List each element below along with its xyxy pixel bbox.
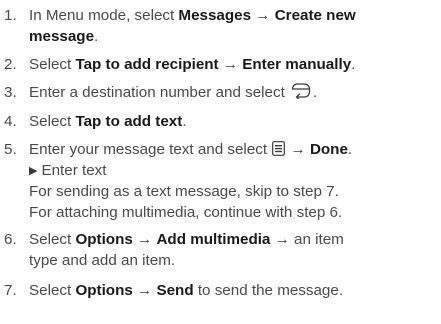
option-tap-to-add-text: Tap to add text (75, 113, 183, 130)
step-text: Enter your message text and select → Don… (29, 139, 439, 223)
step-number: 7. (4, 282, 17, 299)
option-tap-to-add-recipient: Tap to add recipient (75, 56, 219, 73)
option-done: Done (309, 141, 348, 158)
step-number: 1. (4, 7, 17, 24)
option-options: Options (75, 282, 133, 299)
menu-create-new: Create new (274, 7, 356, 24)
menu-messages: Messages (178, 7, 252, 24)
option-options: Options (75, 231, 133, 248)
option-enter-manually: Enter manually (242, 56, 352, 73)
menu-message: message (29, 28, 95, 45)
arrow-icon: → (137, 231, 153, 248)
step-text: Select Tap to add recipient → Enter manu… (29, 56, 356, 73)
note-multimedia: For attaching multimedia, continue with … (29, 204, 343, 221)
arrow-icon: → (274, 231, 290, 248)
reference-arrow-icon: ▶ (29, 165, 38, 177)
reference-enter-text: Enter text (41, 162, 107, 179)
arrow-icon: → (137, 282, 153, 299)
step-text: Select Options → Add multimedia → an ite… (29, 231, 344, 269)
step-text: Select Options → Send to send the messag… (29, 282, 344, 299)
option-send: Send (156, 282, 194, 299)
step-number: 6. (4, 231, 17, 248)
arrow-icon: → (222, 56, 239, 73)
step-number: 2. (4, 56, 17, 73)
step-text: In Menu mode, select Messages → Create n… (29, 7, 356, 45)
step-number: 4. (4, 113, 17, 130)
note-text-message: For sending as a text message, skip to s… (29, 183, 339, 200)
menu-icon (272, 141, 286, 162)
arrow-icon: → (255, 7, 271, 24)
step-text-plain: In Menu mode, select (29, 7, 179, 24)
step-text: Enter a destination number and select . (29, 82, 439, 103)
arrow-icon: → (290, 141, 306, 158)
step-text: Select Tap to add text. (29, 113, 187, 130)
step-number: 3. (4, 84, 17, 101)
step-number: 5. (4, 141, 17, 158)
option-add-multimedia: Add multimedia (156, 231, 271, 248)
return-icon (290, 83, 312, 105)
